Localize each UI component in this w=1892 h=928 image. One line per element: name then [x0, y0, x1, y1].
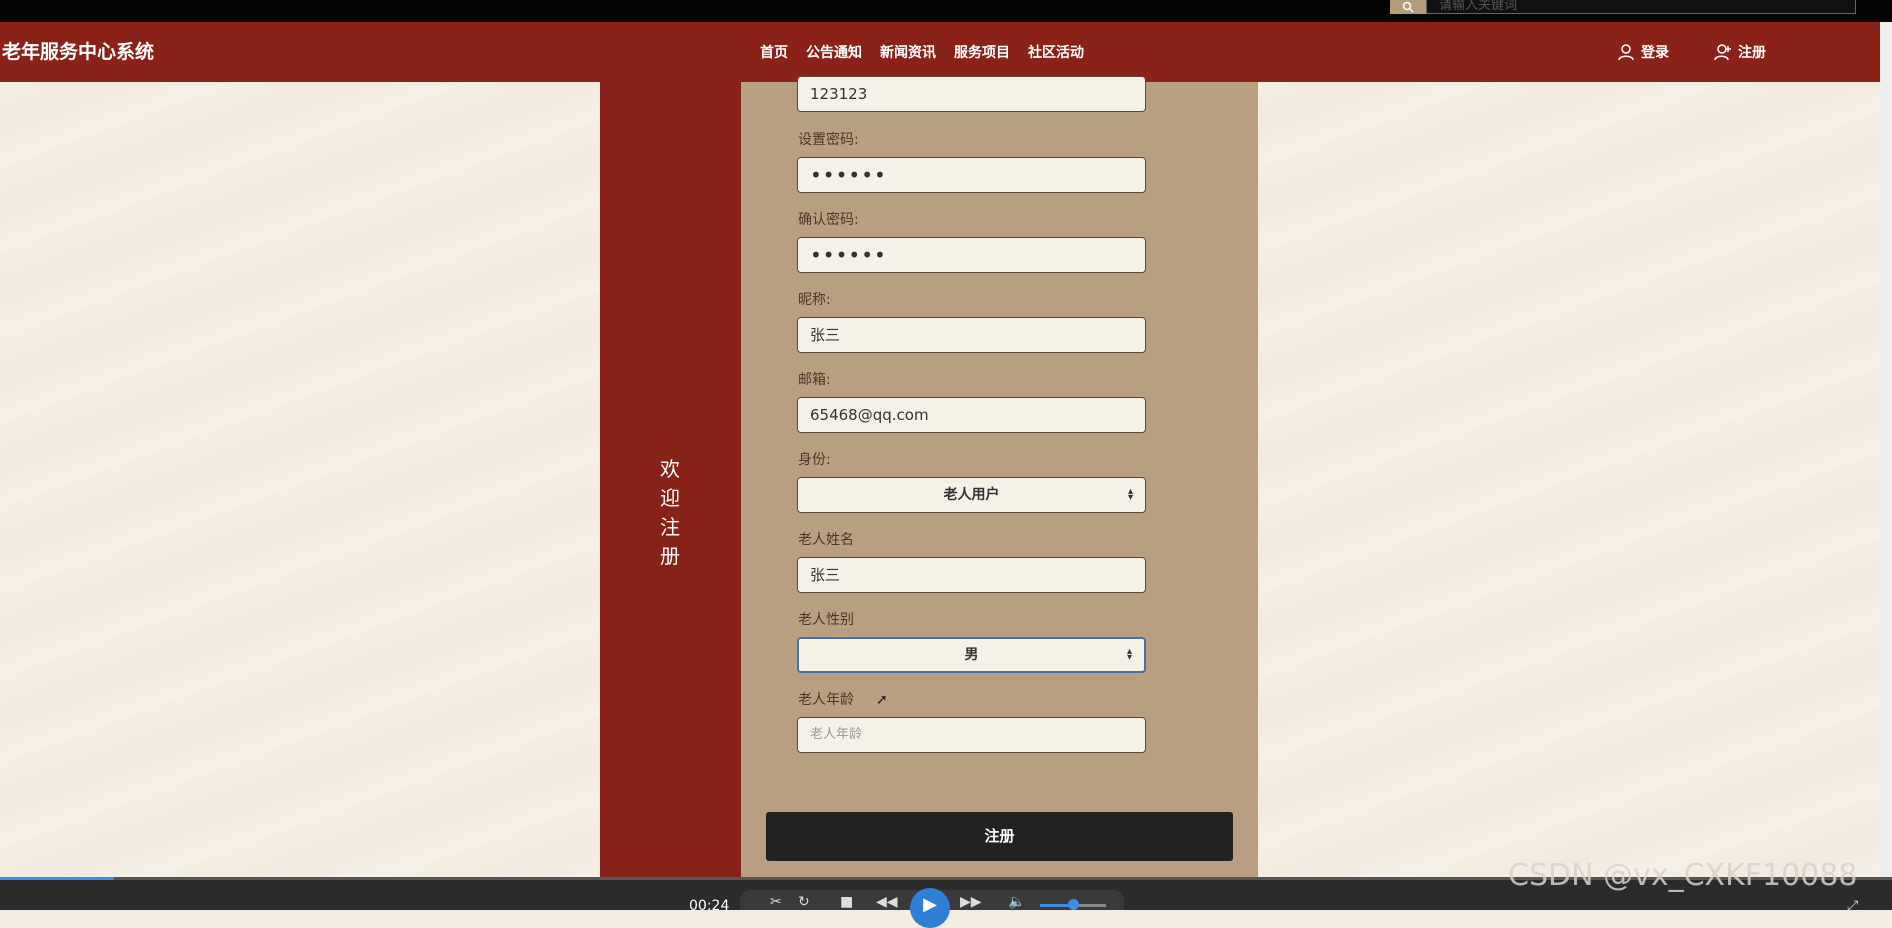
loop-icon[interactable]: ↻ [798, 894, 810, 910]
elder-name-field[interactable]: 张三 [797, 557, 1146, 593]
search-icon [1402, 1, 1414, 13]
elder-gender-select[interactable]: 男 ▴ ▾ [797, 637, 1146, 673]
role-select[interactable]: 老人用户 ▴ ▾ [797, 477, 1146, 513]
video-progress-fill [0, 877, 114, 880]
register-label: 注册 [1738, 45, 1766, 61]
register-link[interactable]: 注册 [1714, 22, 1766, 82]
play-button[interactable]: ▶ [910, 888, 950, 928]
main-nav: 首页 公告通知 新闻资讯 服务项目 社区活动 [760, 22, 1102, 82]
register-submit-button[interactable]: 注册 [766, 812, 1233, 861]
navbar: 老年服务中心系统 首页 公告通知 新闻资讯 服务项目 社区活动 登录 注册 [0, 22, 1880, 82]
role-label: 身份: [798, 452, 831, 468]
fast-forward-icon[interactable]: ▶▶ [960, 894, 982, 910]
email-label: 邮箱: [798, 372, 831, 388]
password-label: 设置密码: [798, 132, 859, 148]
elder-gender-label: 老人性别 [798, 612, 854, 628]
page-background-left [0, 82, 600, 877]
mouse-cursor-icon: ➚ [876, 692, 888, 708]
fullscreen-icon[interactable]: ⤢ [1847, 898, 1858, 914]
nav-services[interactable]: 服务项目 [954, 42, 1010, 62]
login-link[interactable]: 登录 [1617, 22, 1669, 82]
confirm-password-label: 确认密码: [798, 212, 859, 228]
email-field[interactable]: 65468@qq.com [797, 397, 1146, 433]
video-time: 00:24 [689, 898, 730, 914]
play-icon: ▶ [923, 894, 937, 915]
password-field[interactable]: •••••• [797, 157, 1146, 193]
select-caret-icon: ▴ ▾ [1127, 486, 1133, 503]
elder-name-label: 老人姓名 [798, 532, 854, 548]
cut-icon[interactable]: ✂ [770, 894, 782, 910]
search-input[interactable]: 请输入关键词 [1426, 0, 1856, 14]
nav-notices[interactable]: 公告通知 [806, 42, 862, 62]
user-icon [1618, 44, 1634, 61]
welcome-text: 欢迎注册 [660, 457, 680, 568]
nickname-label: 昵称: [798, 292, 831, 308]
role-value: 老人用户 [943, 487, 1000, 503]
user-add-icon [1714, 44, 1731, 61]
elder-gender-value: 男 [964, 647, 979, 663]
rewind-icon[interactable]: ◀◀ [876, 894, 898, 910]
site-title: 老年服务中心系统 [2, 41, 155, 63]
watermark: CSDN @vx_CXKF10088 [1508, 858, 1858, 893]
page-background-right [1258, 82, 1880, 877]
volume-slider-handle[interactable] [1068, 899, 1079, 910]
nav-news[interactable]: 新闻资讯 [880, 42, 936, 62]
login-label: 登录 [1641, 45, 1669, 61]
elder-age-field[interactable]: 老人年龄 [797, 717, 1146, 753]
mute-icon[interactable]: 🔈 [1008, 894, 1025, 910]
elder-age-label: 老人年龄 [798, 692, 854, 708]
nav-activities[interactable]: 社区活动 [1028, 42, 1084, 62]
stop-icon[interactable]: ■ [840, 894, 853, 910]
account-field[interactable]: 123123 [797, 76, 1146, 112]
nav-home[interactable]: 首页 [760, 42, 788, 62]
page-scrollbar[interactable] [1880, 22, 1892, 877]
select-caret-icon: ▴ ▾ [1126, 646, 1132, 663]
nickname-field[interactable]: 张三 [797, 317, 1146, 353]
search-button[interactable] [1390, 0, 1426, 14]
confirm-password-field[interactable]: •••••• [797, 237, 1146, 273]
